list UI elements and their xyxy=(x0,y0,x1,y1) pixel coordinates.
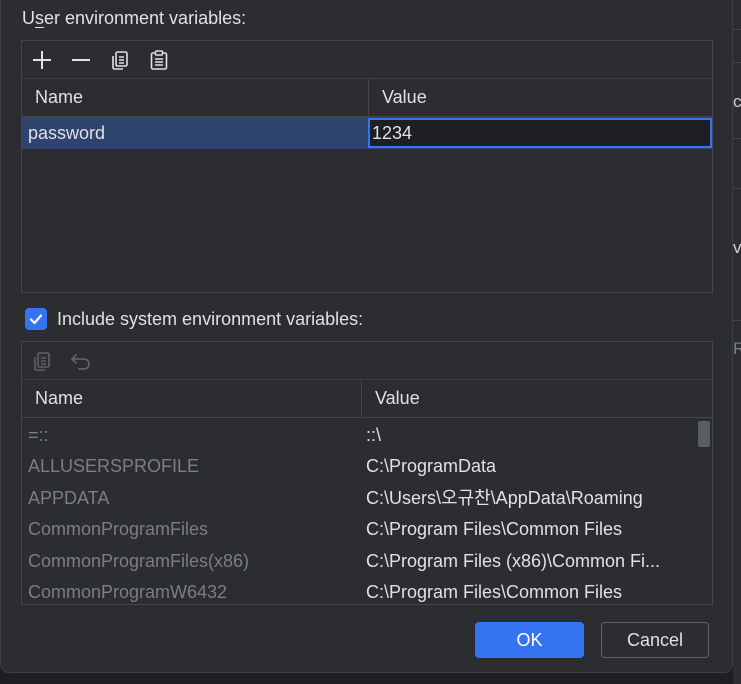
variable-value-cell: ::\ xyxy=(366,425,382,445)
table-row[interactable]: CommonProgramFiles C:\Program Files\Comm… xyxy=(22,513,712,545)
table-row[interactable]: CommonProgramW6432 C:\Program Files\Comm… xyxy=(22,576,712,608)
variable-value-cell: C:\Users\오규찬\AppData\Roaming xyxy=(366,488,643,508)
undo-icon xyxy=(71,354,90,370)
system-env-table-header: Name Value xyxy=(22,380,712,418)
user-env-table-header: Name Value xyxy=(22,79,712,117)
system-env-panel: Name Value =:: ::\ ALLUSERSPROFILE C:\Pr… xyxy=(21,341,713,605)
divider xyxy=(733,320,741,321)
system-env-toolbar xyxy=(22,342,712,380)
variable-value-cell: C:\Program Files\Common Files xyxy=(366,519,623,539)
variable-value-cell: C:\Program Files\Common Files xyxy=(366,582,623,602)
copy-button-disabled[interactable] xyxy=(29,348,55,374)
background-text-fragment: v xyxy=(733,238,741,257)
remove-button[interactable] xyxy=(68,47,94,73)
variable-name-cell: APPDATA xyxy=(28,488,110,508)
environment-variables-dialog: User environment variables: Name Value p… xyxy=(0,0,733,673)
table-row[interactable]: APPDATA C:\Users\오규찬\AppData\Roaming xyxy=(22,482,712,514)
paste-button[interactable] xyxy=(146,47,172,73)
add-icon xyxy=(33,51,51,69)
include-system-env-checkbox[interactable] xyxy=(25,308,47,330)
divider xyxy=(733,188,741,189)
cancel-button[interactable]: Cancel xyxy=(601,622,709,658)
copy-icon xyxy=(112,51,128,70)
table-row[interactable]: =:: ::\ xyxy=(22,419,712,451)
variable-value-cell: C:\ProgramData xyxy=(366,456,497,476)
include-system-env-label: Include system environment variables: xyxy=(57,308,364,329)
background-window-edge: ca v R xyxy=(733,0,741,684)
variable-value-field[interactable] xyxy=(368,118,712,148)
variable-name-cell: CommonProgramFiles xyxy=(28,519,209,539)
variable-name-cell[interactable]: password xyxy=(28,117,363,149)
copy-icon xyxy=(34,352,50,371)
copy-button[interactable] xyxy=(107,47,133,73)
divider xyxy=(733,29,741,30)
divider xyxy=(733,62,741,63)
user-env-label: User environment variables: xyxy=(22,8,247,28)
user-env-toolbar xyxy=(22,41,712,79)
column-header-value[interactable]: Value xyxy=(368,79,713,116)
column-header-value[interactable]: Value xyxy=(361,380,713,417)
paste-icon xyxy=(150,50,168,70)
ok-button[interactable]: OK xyxy=(475,622,584,658)
variable-name-cell: CommonProgramFiles(x86) xyxy=(28,551,250,571)
variable-value-cell: C:\Program Files (x86)\Common Fi... xyxy=(366,551,661,571)
check-icon xyxy=(29,314,43,325)
include-system-env-checkbox-row[interactable]: Include system environment variables: xyxy=(25,307,363,331)
undo-button-disabled[interactable] xyxy=(68,348,94,374)
variable-name-cell: CommonProgramW6432 xyxy=(28,582,228,602)
remove-icon xyxy=(72,59,90,61)
user-env-panel: Name Value password xyxy=(21,40,713,293)
table-row[interactable]: ALLUSERSPROFILE C:\ProgramData xyxy=(22,450,712,482)
background-text-fragment: R xyxy=(733,339,741,358)
background-text-fragment: ca xyxy=(733,92,741,111)
divider xyxy=(733,138,741,139)
variable-name-cell: =:: xyxy=(28,425,49,445)
table-row[interactable]: password xyxy=(22,117,712,149)
column-header-name[interactable]: Name xyxy=(22,79,368,116)
add-button[interactable] xyxy=(29,47,55,73)
table-row[interactable]: CommonProgramFiles(x86) C:\Program Files… xyxy=(22,545,712,577)
vertical-scrollbar-thumb[interactable] xyxy=(698,421,710,447)
variable-name-cell: ALLUSERSPROFILE xyxy=(28,456,200,476)
column-header-name[interactable]: Name xyxy=(22,380,361,417)
